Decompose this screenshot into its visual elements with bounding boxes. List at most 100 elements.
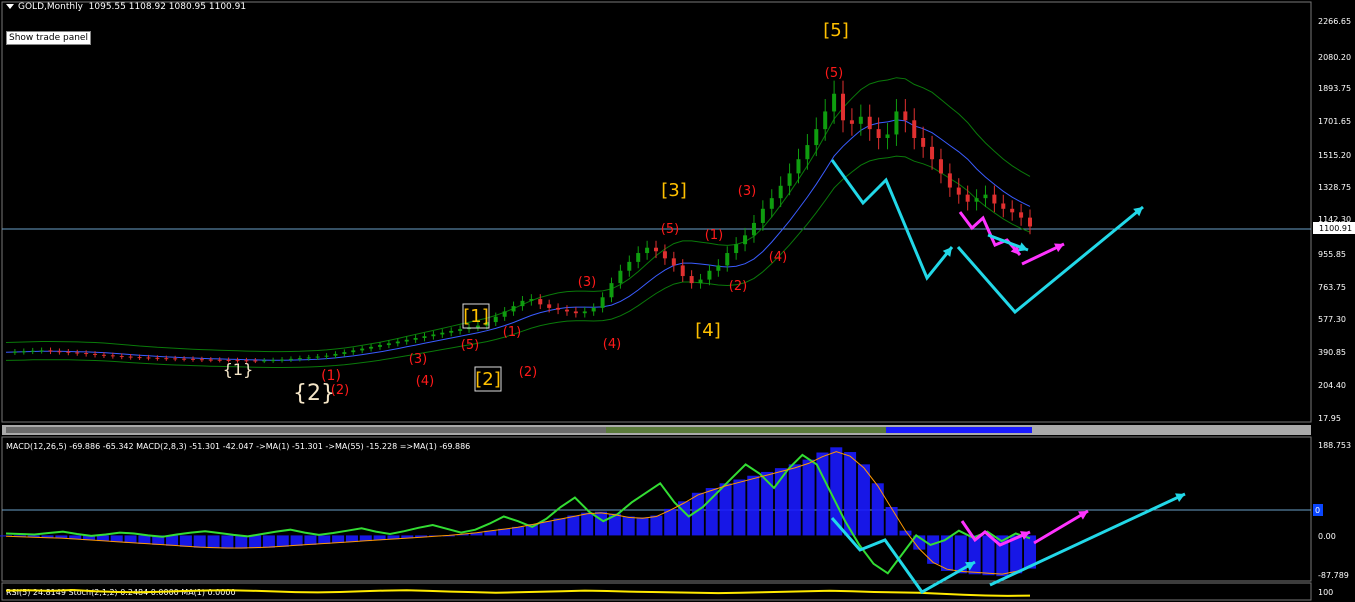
candle-body (217, 359, 222, 361)
wave-label: (3) (738, 184, 756, 199)
candle-body (680, 265, 685, 277)
macd-bar (747, 475, 760, 536)
upper-band (5, 77, 1031, 353)
macd-tick-label: -87.789 (1318, 571, 1349, 580)
macd-bar (871, 483, 884, 536)
wave-label: (2) (729, 279, 747, 294)
candle-body (75, 352, 80, 354)
candle-body (654, 247, 659, 252)
candle-body (885, 134, 890, 138)
candle-body (529, 299, 534, 301)
current-price-label: 1100.91 (1319, 224, 1352, 233)
candle-body (787, 173, 792, 186)
price-tick-label: 1515.20 (1318, 151, 1351, 160)
macd-tick-label: 188.753 (1318, 441, 1351, 450)
price-tick-label: 2266.65 (1318, 17, 1351, 26)
candle-body (110, 355, 115, 357)
macd-bar (304, 535, 317, 545)
candle-body (351, 350, 356, 353)
strip-segment (606, 427, 886, 433)
wave-label: {2} (293, 381, 335, 406)
strip-segment (6, 427, 606, 433)
candle-body (983, 194, 988, 199)
candle-body (369, 346, 374, 349)
candle-body (903, 111, 908, 121)
ohlc-values: 1095.55 1108.92 1080.95 1100.91 (88, 2, 247, 12)
candle-body (271, 360, 276, 362)
trading-chart-window: 1100.91 0 2266.65 2080.20 1893.75 1701.6… (0, 0, 1355, 602)
candle-body (1010, 208, 1015, 213)
candle-body (965, 194, 970, 202)
candle-body (333, 353, 338, 356)
candle-body (716, 265, 721, 271)
candle-body (769, 198, 774, 209)
price-axis: 2266.65 2080.20 1893.75 1701.65 1515.20 … (1318, 17, 1351, 423)
candle-body (725, 253, 730, 266)
price-tick-label: 390.85 (1318, 348, 1346, 357)
candle-body (386, 343, 391, 346)
wave-label: [4] (695, 320, 721, 341)
candle-body (689, 276, 694, 284)
macd-bar (567, 515, 580, 536)
candle-body (422, 336, 427, 338)
macd-bar (166, 535, 179, 546)
macd-bar (927, 535, 940, 564)
candle-body (493, 316, 498, 323)
candle-body (288, 358, 293, 360)
price-tick-label: 763.75 (1318, 283, 1346, 292)
candle-body (743, 235, 748, 245)
candle-body (253, 360, 258, 362)
macd-bar (622, 516, 635, 536)
candle-body (511, 306, 516, 312)
price-tick-label: 955.85 (1318, 250, 1346, 259)
macd-bar (207, 535, 220, 549)
wave-label: [2] (475, 369, 501, 390)
cyan-projection-arrow (830, 159, 954, 281)
price-tick-label: 577.30 (1318, 315, 1346, 324)
macd-bar (539, 521, 552, 536)
candle-body (814, 129, 819, 146)
wave-label: [1] (463, 306, 489, 327)
candle-body (21, 351, 26, 353)
magenta-macd-arrow (1033, 509, 1089, 545)
macd-header: MACD(12,26,5) -69.886 -65.342 MACD(2,8,3… (6, 442, 470, 451)
chart-canvas[interactable]: 1100.91 0 2266.65 2080.20 1893.75 1701.6… (0, 0, 1355, 602)
candle-body (395, 341, 400, 344)
macd-bar (885, 506, 898, 536)
macd-bar (221, 535, 234, 549)
candle-body (449, 330, 454, 333)
candle-body (404, 339, 409, 342)
color-strip (6, 427, 1032, 433)
macd-bar (650, 515, 663, 536)
wave-label: (3) (578, 275, 596, 290)
macd-zero-marker: 0 (1315, 506, 1320, 515)
wave-labels: {1}{2}(1)(2)(3)(4)(5)[1](1)[2] (2)(3)(4)(… (223, 20, 849, 406)
candle-body (564, 309, 569, 312)
macd-bar (719, 483, 732, 536)
wave-label: (1) (321, 368, 341, 384)
candle-body (315, 356, 320, 358)
dropdown-icon[interactable] (6, 4, 14, 9)
candle-body (618, 270, 623, 284)
candle-body (609, 283, 614, 298)
candle-body (128, 356, 133, 358)
candle-body (1001, 203, 1006, 209)
candle-body (12, 351, 17, 353)
macd-bar (553, 518, 566, 536)
show-trade-panel-button[interactable]: Show trade panel (6, 31, 91, 45)
candle-body (849, 120, 854, 124)
wave-label: (5) (661, 222, 679, 237)
candle-body (101, 354, 106, 356)
macd-bar (179, 535, 192, 547)
wave-label: {1} (223, 360, 254, 379)
candle-body (912, 120, 917, 138)
projection-arrows (830, 159, 1186, 594)
candle-body (93, 353, 98, 355)
candle-body (39, 350, 44, 352)
candle-body (707, 270, 712, 280)
symbol-label: GOLD,Monthly (18, 2, 83, 12)
wave-label: (4) (769, 250, 787, 265)
macd-bar (193, 535, 206, 548)
magenta-projection-arrow (958, 211, 1022, 256)
candle-body (627, 261, 632, 271)
